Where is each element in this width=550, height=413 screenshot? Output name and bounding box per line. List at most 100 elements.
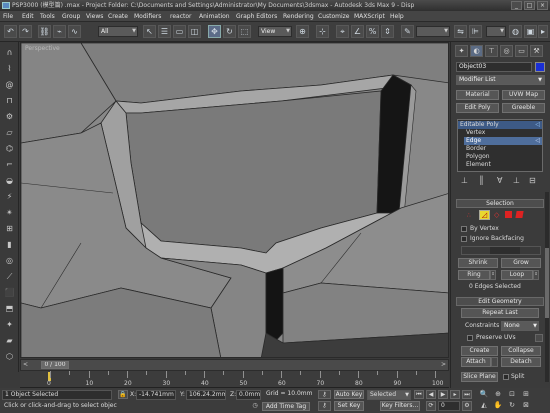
select-scale-icon[interactable]: ⬚ <box>238 25 251 38</box>
shrink-button[interactable]: Shrink <box>458 258 498 268</box>
shape-icon[interactable]: ▱ <box>3 126 16 139</box>
minimize-button[interactable]: _ <box>511 1 522 10</box>
lock-icon[interactable]: ⊓ <box>3 94 16 107</box>
material-button[interactable]: Material <box>456 90 499 100</box>
menu-tools[interactable]: Tools <box>40 11 55 22</box>
selection-lock-icon[interactable]: 🔒 <box>118 390 128 399</box>
time-config-icon[interactable]: ⚙ <box>462 401 472 411</box>
spline-icon[interactable]: ⌐ <box>3 158 16 171</box>
key-mode-dropdown[interactable]: Selected ▼ <box>367 390 411 400</box>
motion-tab-icon[interactable]: ◎ <box>500 45 513 57</box>
select-by-name-icon[interactable]: ☰ <box>158 25 171 38</box>
attach-button[interactable]: Attach <box>461 357 491 367</box>
modifier-stack[interactable]: Editable Poly ◁ Vertex Edge ◁ Border Polyg… <box>457 119 543 172</box>
menu-create[interactable]: Create <box>108 11 128 22</box>
z-coordinate-field[interactable]: 0.0mm <box>236 390 261 400</box>
selection-filter-dropdown[interactable]: All ▼ <box>98 26 138 37</box>
constraints-dropdown[interactable]: None ▼ <box>501 321 539 331</box>
reference-coordinate-dropdown[interactable]: View ▼ <box>258 26 292 37</box>
menu-views[interactable]: Views <box>86 11 103 22</box>
create-button[interactable]: Create <box>461 346 498 356</box>
select-object-icon[interactable]: ↖ <box>143 25 156 38</box>
go-to-start-icon[interactable]: ⏮ <box>414 390 424 399</box>
swirl-icon[interactable]: @ <box>3 78 16 91</box>
prev-frame-icon[interactable]: ◀ <box>426 390 436 399</box>
bone-icon[interactable]: ⟋ <box>3 270 16 283</box>
edge-mode-icon[interactable]: ◿ <box>479 210 490 220</box>
torus-icon[interactable]: ◎ <box>3 254 16 267</box>
zoom-extents-icon[interactable]: ⊡ <box>506 390 518 399</box>
select-rotate-icon[interactable]: ↻ <box>223 25 236 38</box>
key-mode-icon[interactable]: ⚷ <box>318 390 331 399</box>
undo-icon[interactable]: ↶ <box>4 25 17 38</box>
scrollbar-thumb[interactable] <box>545 248 549 318</box>
layer-dropdown[interactable]: ▼ <box>486 26 506 37</box>
vertex-mode-icon[interactable]: ∴ <box>467 212 471 219</box>
preserve-uvs-settings-icon[interactable] <box>535 334 543 342</box>
edit-poly-button[interactable]: Edit Poly <box>456 103 499 113</box>
key-filters-button[interactable]: Key Filters... <box>380 401 420 411</box>
menu-rendering[interactable]: Rendering <box>283 11 314 22</box>
curve-icon[interactable]: ∩ <box>3 46 16 59</box>
track-bar[interactable]: 0 10 20 30 40 50 60 70 80 90 100 <box>20 371 449 388</box>
object-name-field[interactable]: Object03 <box>456 62 532 72</box>
app-icon[interactable] <box>2 2 10 9</box>
configure-sets-icon[interactable]: ⊟ <box>529 176 536 185</box>
named-selection-sets-dropdown[interactable]: ▼ <box>416 26 450 37</box>
remove-modifier-icon[interactable]: ⊥ <box>513 176 520 185</box>
greeble-button[interactable]: Greeble <box>502 103 545 113</box>
slice-plane-button[interactable]: Slice Plane <box>461 372 498 382</box>
menu-help[interactable]: Help <box>390 11 404 22</box>
key-mode-toggle-icon[interactable]: ⟳ <box>426 401 436 411</box>
show-end-result-icon[interactable]: ║ <box>479 176 484 185</box>
menu-animation[interactable]: Animation <box>199 11 230 22</box>
orbit-icon[interactable]: ↻ <box>506 401 518 411</box>
utilities-tab-icon[interactable]: ⚒ <box>530 45 543 57</box>
close-button[interactable]: × <box>537 1 548 10</box>
maximize-viewport-icon[interactable]: ⊠ <box>520 401 532 411</box>
go-to-end-icon[interactable]: ⏭ <box>462 390 472 399</box>
light-icon[interactable]: ✦ <box>3 318 16 331</box>
selection-rollout-header[interactable]: Selection <box>456 199 544 208</box>
menu-group[interactable]: Group <box>62 11 80 22</box>
angle-snap-icon[interactable]: ∠ <box>351 25 364 38</box>
warp-icon[interactable]: ⚡ <box>3 190 16 203</box>
tube-icon[interactable]: ◒ <box>3 174 16 187</box>
add-time-tag-button[interactable]: Add Time Tag <box>262 402 310 411</box>
by-vertex-checkbox[interactable] <box>461 226 467 232</box>
menu-customize[interactable]: Customize <box>318 11 350 22</box>
snap-toggle-icon[interactable]: ⌖ <box>336 25 349 38</box>
modify-tab-icon[interactable]: ◐ <box>470 45 483 57</box>
play-icon[interactable]: ▶ <box>438 390 448 399</box>
auto-key-button[interactable]: Auto Key <box>334 390 364 399</box>
helper-icon[interactable]: ⬡ <box>3 350 16 363</box>
select-move-icon[interactable]: ✥ <box>208 25 221 38</box>
hierarchy-tab-icon[interactable]: ⊤ <box>485 45 498 57</box>
create-tab-icon[interactable]: ✦ <box>455 45 468 57</box>
stack-item-polygon[interactable]: Polygon <box>464 153 542 161</box>
ignore-backfacing-checkbox[interactable] <box>461 236 467 242</box>
wrench-icon[interactable]: ⚙ <box>3 110 16 123</box>
angle-threshold-spinner[interactable] <box>490 247 520 254</box>
display-tab-icon[interactable]: ▭ <box>515 45 528 57</box>
x-coordinate-field[interactable]: -14.741mm <box>136 390 176 400</box>
menu-file[interactable]: File <box>3 11 13 22</box>
loop-spinner-icon[interactable]: ⇕ <box>533 270 539 280</box>
command-panel-scrollbar[interactable] <box>545 192 549 382</box>
bind-spacewarp-icon[interactable]: ∿ <box>68 25 81 38</box>
select-manipulate-icon[interactable]: ⊹ <box>316 25 329 38</box>
menu-modifiers[interactable]: Modifiers <box>134 11 161 22</box>
unlink-icon[interactable]: ⌁ <box>53 25 66 38</box>
cloth-icon[interactable]: ⊞ <box>3 222 16 235</box>
pan-icon[interactable]: ✋ <box>492 401 504 411</box>
quick-render-icon[interactable]: ▸ <box>538 25 548 38</box>
path-icon[interactable]: ⌇ <box>3 62 16 75</box>
align-icon[interactable]: ⊫ <box>469 25 482 38</box>
menu-maxscript[interactable]: MAXScript <box>354 11 385 22</box>
menu-edit[interactable]: Edit <box>22 11 34 22</box>
set-key-button[interactable]: Set Key <box>334 401 364 411</box>
percent-snap-icon[interactable]: % <box>366 25 379 38</box>
stack-item-editable-poly[interactable]: Editable Poly ◁ <box>458 121 542 129</box>
perspective-viewport[interactable]: Perspective <box>20 42 449 358</box>
time-slider-next-icon[interactable]: > <box>441 361 446 368</box>
